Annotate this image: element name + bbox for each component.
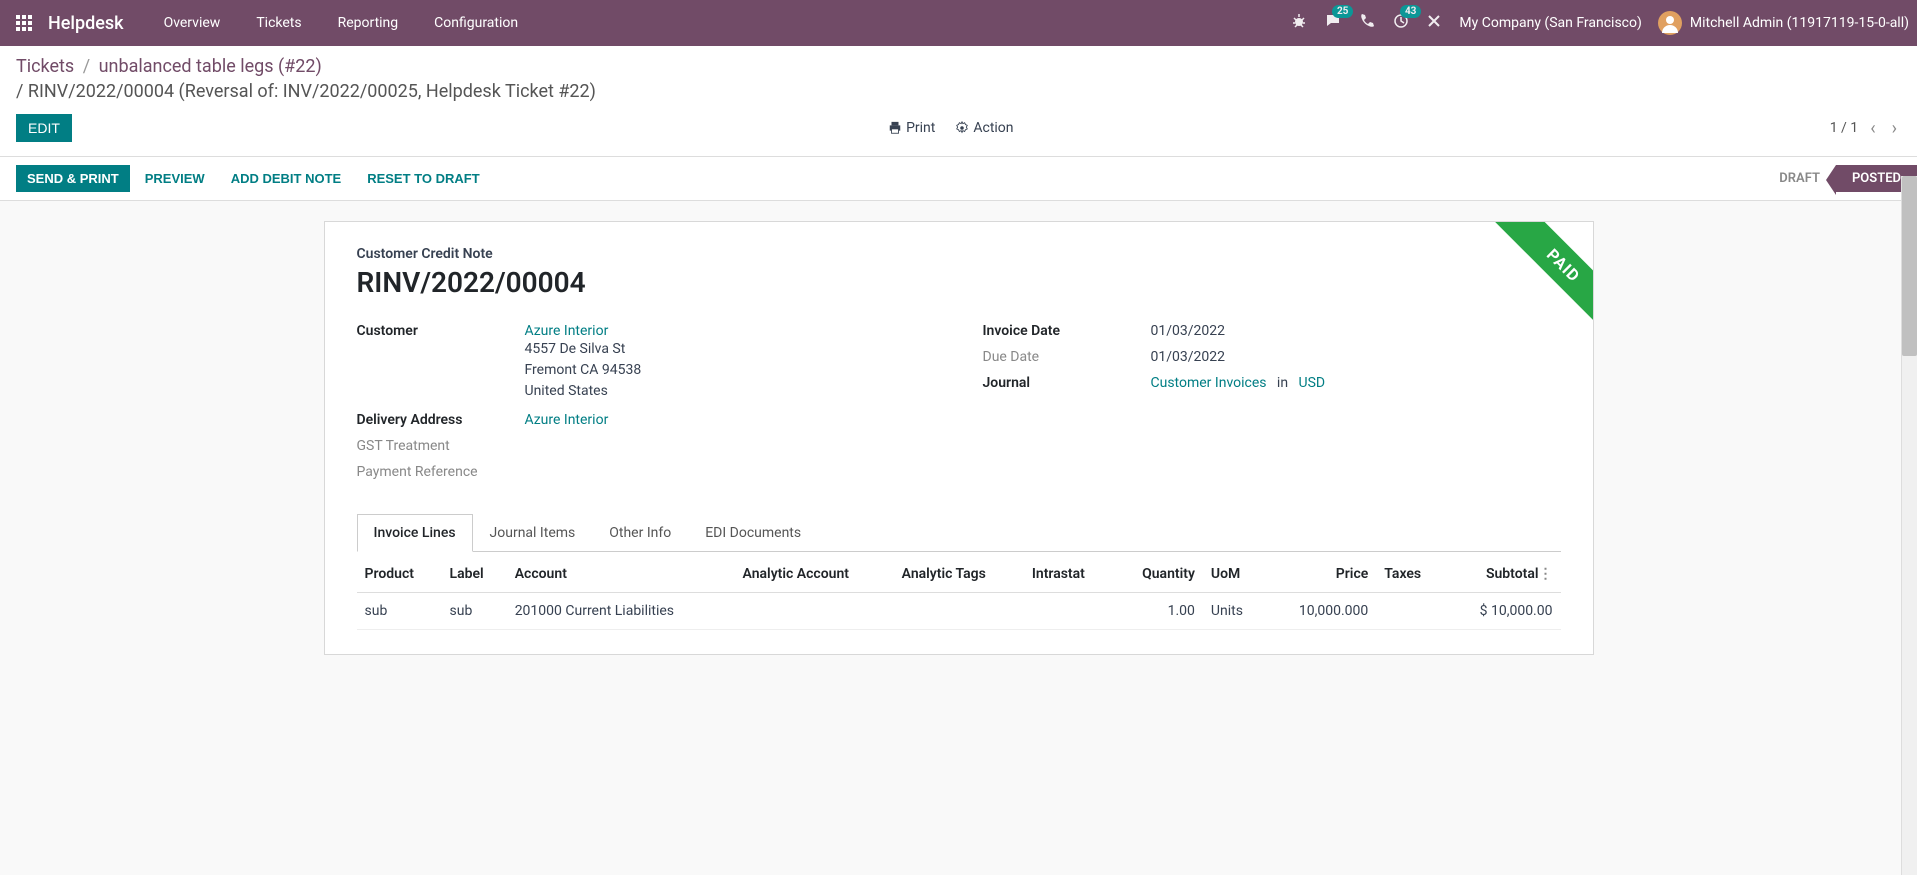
tab-edi-documents[interactable]: EDI Documents	[688, 514, 818, 552]
action-button[interactable]: Action	[955, 120, 1013, 136]
due-date-value: 01/03/2022	[1151, 349, 1226, 365]
nav-configuration[interactable]: Configuration	[418, 3, 534, 43]
nav-overview[interactable]: Overview	[148, 3, 237, 43]
journal-label: Journal	[983, 375, 1151, 391]
journal-link[interactable]: Customer Invoices	[1151, 375, 1267, 391]
tab-other-info[interactable]: Other Info	[592, 514, 688, 552]
currency-link[interactable]: USD	[1298, 375, 1325, 391]
th-product[interactable]: Product	[357, 556, 442, 593]
breadcrumb: Tickets / unbalanced table legs (#22)	[0, 46, 1917, 81]
print-button[interactable]: Print	[888, 120, 935, 136]
form-sheet: PAID Customer Credit Note RINV/2022/0000…	[324, 221, 1594, 655]
th-label[interactable]: Label	[442, 556, 507, 593]
tab-journal-items[interactable]: Journal Items	[473, 514, 593, 552]
delivery-label: Delivery Address	[357, 412, 525, 428]
messages-badge: 25	[1332, 5, 1353, 18]
gst-label: GST Treatment	[357, 438, 525, 454]
print-icon	[888, 121, 902, 135]
send-print-button[interactable]: SEND & PRINT	[16, 165, 130, 192]
tabs: Invoice Lines Journal Items Other Info E…	[357, 514, 1561, 552]
breadcrumb-ticket[interactable]: unbalanced table legs (#22)	[99, 56, 322, 77]
pager-value: 1 / 1	[1830, 120, 1858, 136]
gear-icon	[955, 121, 969, 135]
user-name: Mitchell Admin (11917119-15-0-all)	[1690, 15, 1909, 31]
avatar	[1658, 11, 1682, 35]
th-analytic-account[interactable]: Analytic Account	[735, 556, 894, 593]
messages-icon[interactable]: 25	[1325, 13, 1341, 33]
th-price[interactable]: Price	[1265, 556, 1376, 593]
close-icon[interactable]	[1427, 14, 1441, 32]
customer-addr2: Fremont CA 94538	[525, 360, 642, 381]
table-row[interactable]: sub sub 201000 Current Liabilities 1.00 …	[357, 593, 1561, 630]
delivery-link[interactable]: Azure Interior	[525, 412, 609, 428]
th-account[interactable]: Account	[507, 556, 735, 593]
apps-icon[interactable]	[8, 7, 40, 39]
customer-addr1: 4557 De Silva St	[525, 339, 642, 360]
due-date-label: Due Date	[983, 349, 1151, 365]
add-debit-button[interactable]: ADD DEBIT NOTE	[220, 165, 353, 192]
th-uom[interactable]: UoM	[1203, 556, 1265, 593]
preview-button[interactable]: PREVIEW	[134, 165, 216, 192]
edit-button[interactable]: EDIT	[16, 114, 72, 142]
scrollbar[interactable]	[1901, 176, 1917, 875]
invoice-date-label: Invoice Date	[983, 323, 1151, 339]
th-analytic-tags[interactable]: Analytic Tags	[894, 556, 1024, 593]
doc-title: RINV/2022/00004	[357, 266, 1561, 299]
activities-badge: 43	[1400, 5, 1421, 18]
bug-icon[interactable]	[1291, 13, 1307, 33]
status-bar: SEND & PRINT PREVIEW ADD DEBIT NOTE RESE…	[0, 157, 1917, 201]
customer-addr3: United States	[525, 381, 642, 402]
brand[interactable]: Helpdesk	[48, 13, 124, 34]
invoice-date-value: 01/03/2022	[1151, 323, 1226, 339]
user-menu[interactable]: Mitchell Admin (11917119-15-0-all)	[1658, 11, 1909, 35]
customer-label: Customer	[357, 323, 525, 402]
th-intrastat[interactable]: Intrastat	[1024, 556, 1114, 593]
pager-prev[interactable]: ‹	[1866, 118, 1879, 139]
doc-type: Customer Credit Note	[357, 246, 1561, 262]
company-switcher[interactable]: My Company (San Francisco)	[1459, 15, 1641, 31]
activities-icon[interactable]: 43	[1393, 13, 1409, 33]
breadcrumb-current: / RINV/2022/00004 (Reversal of: INV/2022…	[0, 81, 1917, 108]
phone-icon[interactable]	[1359, 13, 1375, 33]
tab-invoice-lines[interactable]: Invoice Lines	[357, 514, 473, 552]
pager: 1 / 1 ‹ ›	[1830, 118, 1901, 139]
breadcrumb-root[interactable]: Tickets	[16, 56, 74, 77]
nav-reporting[interactable]: Reporting	[322, 3, 415, 43]
th-subtotal[interactable]: Subtotal⋮	[1445, 556, 1561, 593]
invoice-lines-table: Product Label Account Analytic Account A…	[357, 556, 1561, 630]
th-quantity[interactable]: Quantity	[1114, 556, 1203, 593]
kebab-icon[interactable]: ⋮	[1539, 566, 1553, 582]
control-bar: EDIT Print Action 1 / 1 ‹ ›	[0, 108, 1917, 157]
customer-link[interactable]: Azure Interior	[525, 323, 609, 339]
scroll-thumb[interactable]	[1902, 176, 1917, 356]
pager-next[interactable]: ›	[1888, 118, 1901, 139]
payref-label: Payment Reference	[357, 464, 525, 480]
th-taxes[interactable]: Taxes	[1376, 556, 1445, 593]
reset-draft-button[interactable]: RESET TO DRAFT	[356, 165, 490, 192]
breadcrumb-current-text: RINV/2022/00004 (Reversal of: INV/2022/0…	[28, 81, 596, 102]
nav-tickets[interactable]: Tickets	[240, 3, 317, 43]
topbar: Helpdesk Overview Tickets Reporting Conf…	[0, 0, 1917, 46]
